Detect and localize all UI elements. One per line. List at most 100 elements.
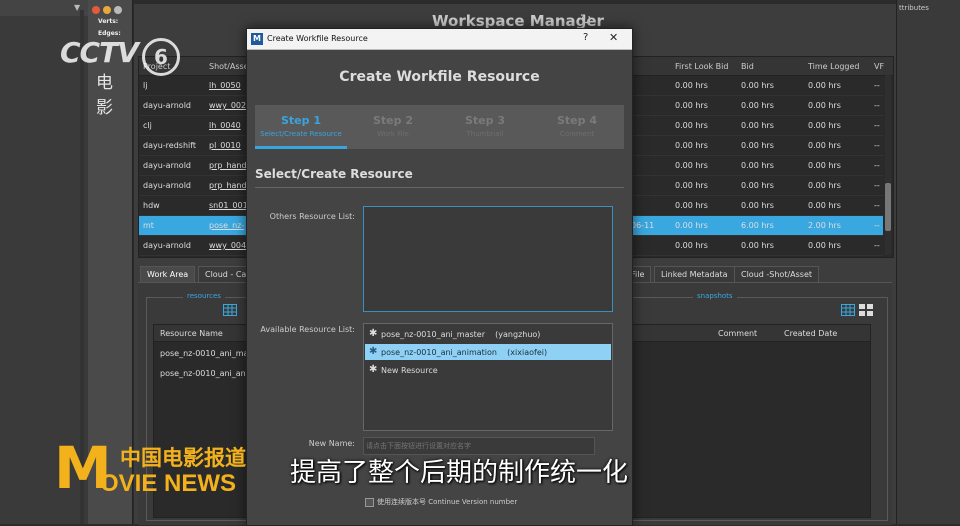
outliner-header: ▼ xyxy=(0,0,88,16)
col-bid[interactable]: Bid xyxy=(741,62,754,71)
cell-first-look-bid: 0.00 hrs xyxy=(675,161,708,170)
cell-shot[interactable]: wwy_0040 xyxy=(209,241,249,250)
col-first-look-bid[interactable]: First Look Bid xyxy=(675,62,728,71)
dialog-window-title: Create Workfile Resource xyxy=(267,34,368,43)
cell-bid: 0.00 hrs xyxy=(741,121,774,130)
cell-shot[interactable]: pose_nz- xyxy=(209,221,249,230)
available-resource-list[interactable]: ✱ pose_nz-0010_ani_master (yangzhuo) ✱ p… xyxy=(363,323,613,431)
resource-entry: pose_nz-0010_ani_master (yangzhuo) xyxy=(381,330,541,339)
cell-shot[interactable]: wwy_0020 xyxy=(209,101,249,110)
app-logo-icon: M xyxy=(251,33,263,45)
minimize-dot-icon[interactable] xyxy=(103,6,111,14)
col-vf[interactable]: VF xyxy=(874,62,884,71)
channel-number: 6 xyxy=(142,38,180,76)
cell-bid: 0.00 hrs xyxy=(741,101,774,110)
col-shot[interactable]: Shot/Asse xyxy=(209,62,249,71)
others-resource-label: Others Resource List: xyxy=(269,212,355,221)
cell-shot[interactable]: lh_0050 xyxy=(209,81,249,90)
list-item[interactable]: pose_nz-0010_ani_ma... xyxy=(160,349,256,358)
cell-shot[interactable]: sn01_001 xyxy=(209,201,249,210)
col-time-logged[interactable]: Time Logged xyxy=(808,62,860,71)
col-created-date[interactable]: Created Date xyxy=(784,329,837,338)
table-view-icon[interactable] xyxy=(841,304,855,316)
list-item[interactable]: ✱ pose_nz-0010_ani_animation (xixiaofei) xyxy=(365,344,611,360)
col-comment[interactable]: Comment xyxy=(718,329,757,338)
section-title: Select/Create Resource xyxy=(255,167,413,181)
cell-first-look-bid: 0.00 hrs xyxy=(675,141,708,150)
cell-shot[interactable]: prp_hand xyxy=(209,181,249,190)
cell-time-logged: 0.00 hrs xyxy=(808,161,841,170)
cell-time-logged: 0.00 hrs xyxy=(808,141,841,150)
resource-entry: New Resource xyxy=(381,366,438,375)
cell-project: dayu-arnold xyxy=(143,181,191,190)
section-divider xyxy=(255,187,624,188)
cell-project: dayu-arnold xyxy=(143,101,191,110)
cell-first-look-bid: 0.00 hrs xyxy=(675,181,708,190)
snapshot-list[interactable]: Comment Created Date xyxy=(625,324,871,518)
tab-cloud-shot-asset[interactable]: Cloud -Shot/Asset xyxy=(734,266,820,282)
scrollbar-thumb[interactable] xyxy=(885,183,891,231)
list-item[interactable]: ✱ pose_nz-0010_ani_master (yangzhuo) xyxy=(365,326,611,342)
cell-project: hdw xyxy=(143,201,160,210)
show-title-en: OVIE NEWS xyxy=(100,470,237,497)
continue-version-checkbox[interactable] xyxy=(365,498,374,507)
puzzle-icon: ✱ xyxy=(369,364,378,375)
step-4[interactable]: Step 4 Comment xyxy=(531,105,623,149)
close-dot-icon[interactable] xyxy=(92,6,100,14)
resource-entry: pose_nz-0010_ani_animation (xixiaofei) xyxy=(381,348,548,357)
step-subtitle: Thumbnail xyxy=(466,130,504,138)
step-number: Step 3 xyxy=(465,114,505,127)
step-subtitle: Select/Create Resource xyxy=(260,130,342,138)
dialog-titlebar: M Create Workfile Resource ? ✕ xyxy=(247,29,632,50)
cell-date: 06-11 xyxy=(631,221,655,230)
tab-linked-metadata[interactable]: Linked Metadata xyxy=(654,266,735,282)
list-item[interactable]: ✱ New Resource xyxy=(365,362,611,378)
step-number: Step 4 xyxy=(557,114,597,127)
active-step-indicator xyxy=(255,146,347,149)
attributes-label: ttributes xyxy=(899,4,929,12)
cell-first-look-bid: 0.00 hrs xyxy=(675,241,708,250)
verts-label: Verts: xyxy=(98,18,119,25)
snapshots-group: snapshots Comment Created Date xyxy=(625,292,888,521)
step-2[interactable]: Step 2 Work File xyxy=(347,105,439,149)
help-button[interactable]: ? xyxy=(583,32,588,43)
cell-time-logged: 0.00 hrs xyxy=(808,101,841,110)
others-resource-list[interactable] xyxy=(363,206,613,312)
resource-list-header: Resource Name xyxy=(154,325,250,342)
cell-time-logged: 0.00 hrs xyxy=(808,181,841,190)
maximize-dot-icon[interactable] xyxy=(114,6,122,14)
close-button[interactable]: ✕ xyxy=(609,31,618,44)
cell-shot[interactable]: pl_0010 xyxy=(209,141,249,150)
step-3[interactable]: Step 3 Thumbnail xyxy=(439,105,531,149)
tab-work-area[interactable]: Work Area xyxy=(140,266,196,282)
cell-time-logged: 2.00 hrs xyxy=(808,221,841,230)
movie-news-logo: M 中国电影报道 OVIE NEWS xyxy=(54,438,254,500)
cell-first-look-bid: 0.00 hrs xyxy=(675,81,708,90)
cell-project: dayu-arnold xyxy=(143,161,191,170)
table-view-icon[interactable] xyxy=(223,304,237,316)
cell-project: dayu-redshift xyxy=(143,141,197,150)
thumbnail-view-icon[interactable] xyxy=(859,304,873,316)
cell-first-look-bid: 0.00 hrs xyxy=(675,201,708,210)
step-number: Step 2 xyxy=(373,114,413,127)
cell-time-logged: 0.00 hrs xyxy=(808,241,841,250)
cell-project: mt xyxy=(143,221,154,230)
list-item[interactable]: pose_nz-0010_ani_ani... xyxy=(160,369,256,378)
cell-bid: 0.00 hrs xyxy=(741,161,774,170)
col-resource-name[interactable]: Resource Name xyxy=(160,329,223,338)
cell-bid: 0.00 hrs xyxy=(741,201,774,210)
cell-shot[interactable]: prp_hand xyxy=(209,161,249,170)
step-1[interactable]: Step 1 Select/Create Resource xyxy=(255,105,347,149)
cell-project: clj xyxy=(143,121,152,130)
cell-bid: 0.00 hrs xyxy=(741,81,774,90)
cell-shot[interactable]: lh_0040 xyxy=(209,121,249,130)
puzzle-icon: ✱ xyxy=(369,346,378,357)
resources-group-title: resources xyxy=(183,292,225,300)
table-scrollbar[interactable] xyxy=(885,75,891,255)
cell-bid: 0.00 hrs xyxy=(741,141,774,150)
cell-bid: 0.00 hrs xyxy=(741,181,774,190)
refresh-icon[interactable]: ↻ xyxy=(580,12,592,28)
cell-first-look-bid: 0.00 hrs xyxy=(675,121,708,130)
available-resource-label: Available Resource List: xyxy=(260,325,355,334)
cell-project: lj xyxy=(143,81,148,90)
